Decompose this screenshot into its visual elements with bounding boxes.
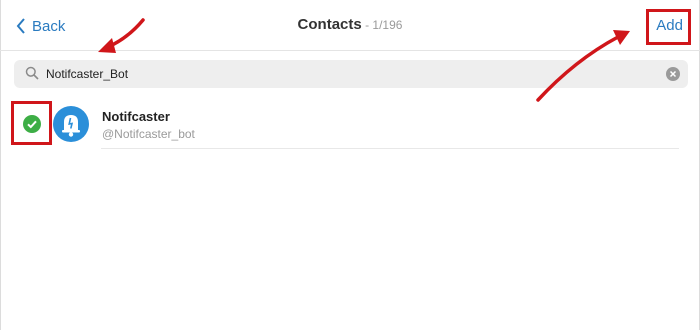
contact-username: @Notifcaster_bot xyxy=(102,127,195,141)
clear-search-button[interactable] xyxy=(666,67,680,81)
header-bar: Back Contacts - 1/196 Add xyxy=(0,0,700,51)
contact-name: Notifcaster xyxy=(102,109,170,124)
avatar xyxy=(53,106,89,142)
search-icon xyxy=(25,66,39,80)
row-divider xyxy=(101,148,679,149)
page-title: Contacts - 1/196 xyxy=(0,16,700,33)
highlight-box-add xyxy=(646,9,691,45)
search-bar xyxy=(14,60,688,88)
search-input[interactable] xyxy=(46,64,646,84)
close-icon xyxy=(669,70,677,78)
bell-icon xyxy=(62,115,80,137)
contact-count: - 1/196 xyxy=(361,18,403,32)
highlight-box-check xyxy=(11,101,52,145)
title-text: Contacts xyxy=(297,16,362,33)
